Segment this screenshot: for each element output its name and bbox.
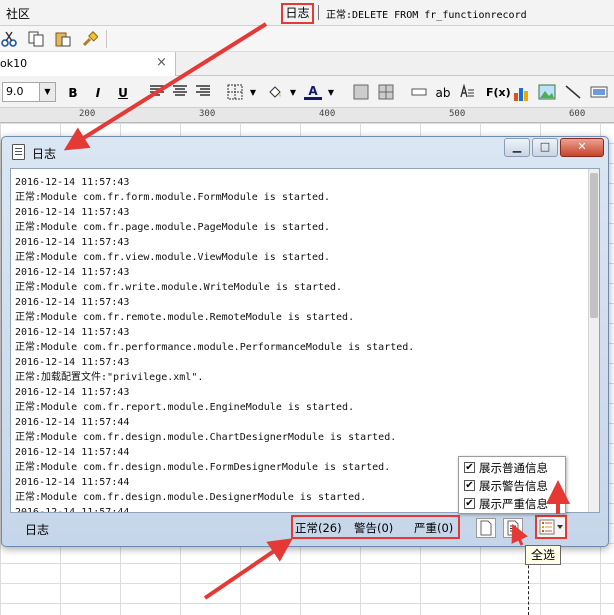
toolbar-separator bbox=[106, 30, 107, 48]
ruler: 200 300 400 500 600 bbox=[0, 108, 614, 123]
chart-icon[interactable] bbox=[512, 84, 530, 102]
menu-bar: 社区 日志 正常:DELETE FROM fr_functionrecord bbox=[0, 0, 614, 26]
log-line: 2016-12-14 11:57:44 bbox=[15, 417, 130, 428]
ruler-tick: 400 bbox=[319, 109, 336, 119]
split-cells-icon[interactable] bbox=[377, 84, 395, 102]
chevron-down-icon[interactable]: ▼ bbox=[284, 84, 302, 102]
checkbox-normal[interactable]: ✔ bbox=[464, 462, 475, 473]
log-level-counts: 正常(26) 警告(0) 严重(0) bbox=[291, 515, 460, 539]
close-button[interactable]: ✕ bbox=[560, 138, 604, 157]
font-size-value: 9.0 bbox=[6, 85, 24, 98]
font-color-icon[interactable]: A bbox=[304, 84, 322, 100]
show-severe-label: 展示严重信息 bbox=[479, 497, 548, 511]
maximize-button[interactable]: □ bbox=[532, 138, 558, 157]
log-filter-popup: ✔ 展示普通信息 ✔ 展示警告信息 ✔ 展示严重信息 bbox=[458, 456, 566, 514]
menu-community[interactable]: 社区 bbox=[6, 5, 30, 22]
rich-text-icon[interactable] bbox=[458, 83, 476, 102]
copy-icon[interactable] bbox=[27, 30, 45, 48]
chevron-down-icon[interactable]: ▼ bbox=[244, 84, 262, 102]
chevron-down-icon[interactable]: ▼ bbox=[39, 83, 55, 101]
normal-count[interactable]: 正常(26) bbox=[295, 520, 342, 536]
status-text: 正常:DELETE FROM fr_functionrecord bbox=[326, 10, 527, 21]
tab-close-icon[interactable]: × bbox=[156, 55, 167, 70]
list-filter-icon bbox=[539, 519, 563, 535]
align-center-icon[interactable] bbox=[171, 84, 189, 102]
log-line: 2016-12-14 11:57:43 bbox=[15, 297, 130, 308]
log-line: 正常:加载配置文件:"privilege.xml". bbox=[15, 372, 204, 383]
clear-log-button[interactable] bbox=[476, 518, 496, 538]
checkbox-severe[interactable]: ✔ bbox=[464, 498, 475, 509]
log-line: 2016-12-14 11:57:43 bbox=[15, 327, 130, 338]
merge-cells-icon[interactable] bbox=[352, 84, 370, 102]
chevron-down-icon[interactable]: ▼ bbox=[322, 84, 340, 102]
tab-bar: ok10 × bbox=[0, 52, 614, 76]
vertical-scrollbar[interactable] bbox=[588, 169, 599, 512]
widget-icon[interactable] bbox=[590, 84, 608, 102]
font-size-select[interactable]: 9.0 ▼ bbox=[2, 82, 56, 102]
separator bbox=[318, 5, 319, 20]
severe-count[interactable]: 严重(0) bbox=[414, 520, 453, 536]
border-icon[interactable] bbox=[226, 84, 244, 102]
log-line: 2016-12-14 11:57:43 bbox=[15, 237, 130, 248]
text-icon[interactable]: ab bbox=[432, 84, 454, 102]
footer-label: 日志 bbox=[25, 523, 50, 537]
format-toolbar: 9.0 ▼ B I U ▼ ▼ A ▼ ab F(x) bbox=[0, 76, 614, 108]
tab-report[interactable]: ok10 × bbox=[0, 52, 176, 76]
paste-icon[interactable] bbox=[54, 30, 72, 48]
text-field-icon[interactable] bbox=[410, 84, 428, 102]
checkbox-warning[interactable]: ✔ bbox=[464, 480, 475, 491]
log-line: 正常:Module com.fr.performance.module.Perf… bbox=[15, 342, 415, 353]
cut-icon[interactable] bbox=[0, 30, 18, 48]
text-page-icon bbox=[507, 520, 519, 536]
log-line: 2016-12-14 11:57:43 bbox=[15, 177, 130, 188]
ruler-tick: 600 bbox=[569, 109, 586, 119]
select-all-tooltip: 全选 bbox=[525, 545, 561, 565]
tab-label: ok10 bbox=[0, 57, 28, 70]
log-line: 正常:Module com.fr.view.module.ViewModule … bbox=[15, 252, 331, 263]
image-icon[interactable] bbox=[538, 84, 556, 102]
align-right-icon[interactable] bbox=[194, 84, 212, 102]
log-line: 正常:Module com.fr.form.module.FormModule … bbox=[15, 192, 331, 203]
scrollbar-thumb[interactable] bbox=[590, 173, 598, 318]
log-line: 正常:Module com.fr.write.module.WriteModul… bbox=[15, 282, 343, 293]
format-painter-icon[interactable] bbox=[81, 30, 99, 48]
align-left-icon[interactable] bbox=[148, 84, 166, 102]
log-line: 正常:Module com.fr.design.module.ChartDesi… bbox=[15, 432, 397, 443]
slash-icon[interactable] bbox=[564, 84, 582, 102]
ruler-tick: 300 bbox=[199, 109, 216, 119]
ruler-tick: 200 bbox=[79, 109, 96, 119]
minimize-button[interactable]: ▁ bbox=[504, 138, 530, 157]
italic-button[interactable]: I bbox=[89, 84, 107, 102]
dialog-title: 日志 bbox=[32, 147, 57, 161]
warning-count[interactable]: 警告(0) bbox=[354, 520, 393, 536]
edit-toolbar bbox=[0, 26, 614, 52]
underline-button[interactable]: U bbox=[114, 84, 132, 102]
log-line: 正常:Module com.fr.page.module.PageModule … bbox=[15, 222, 331, 233]
log-line: 2016-12-14 11:57:43 bbox=[15, 357, 130, 368]
ruler-tick: 500 bbox=[449, 109, 466, 119]
log-line: 正常:Module com.fr.report.module.EngineMod… bbox=[15, 402, 355, 413]
log-button[interactable]: 日志 bbox=[281, 3, 314, 24]
view-log-button[interactable] bbox=[503, 518, 523, 538]
log-line: 正常:Module com.fr.remote.module.RemoteMod… bbox=[15, 312, 355, 323]
filter-menu-button[interactable] bbox=[535, 515, 567, 539]
log-line: 2016-12-14 11:57:43 bbox=[15, 387, 130, 398]
fill-color-icon[interactable] bbox=[266, 84, 284, 102]
log-line: 2016-12-14 11:57:43 bbox=[15, 207, 130, 218]
log-line: 2016-12-14 11:57:43 bbox=[15, 267, 130, 278]
show-warning-label: 展示警告信息 bbox=[479, 479, 548, 493]
formula-icon[interactable]: F(x) bbox=[486, 84, 511, 102]
bold-button[interactable]: B bbox=[64, 84, 82, 102]
show-normal-label: 展示普通信息 bbox=[479, 461, 548, 475]
blank-page-icon bbox=[480, 520, 492, 536]
document-icon bbox=[12, 144, 25, 160]
